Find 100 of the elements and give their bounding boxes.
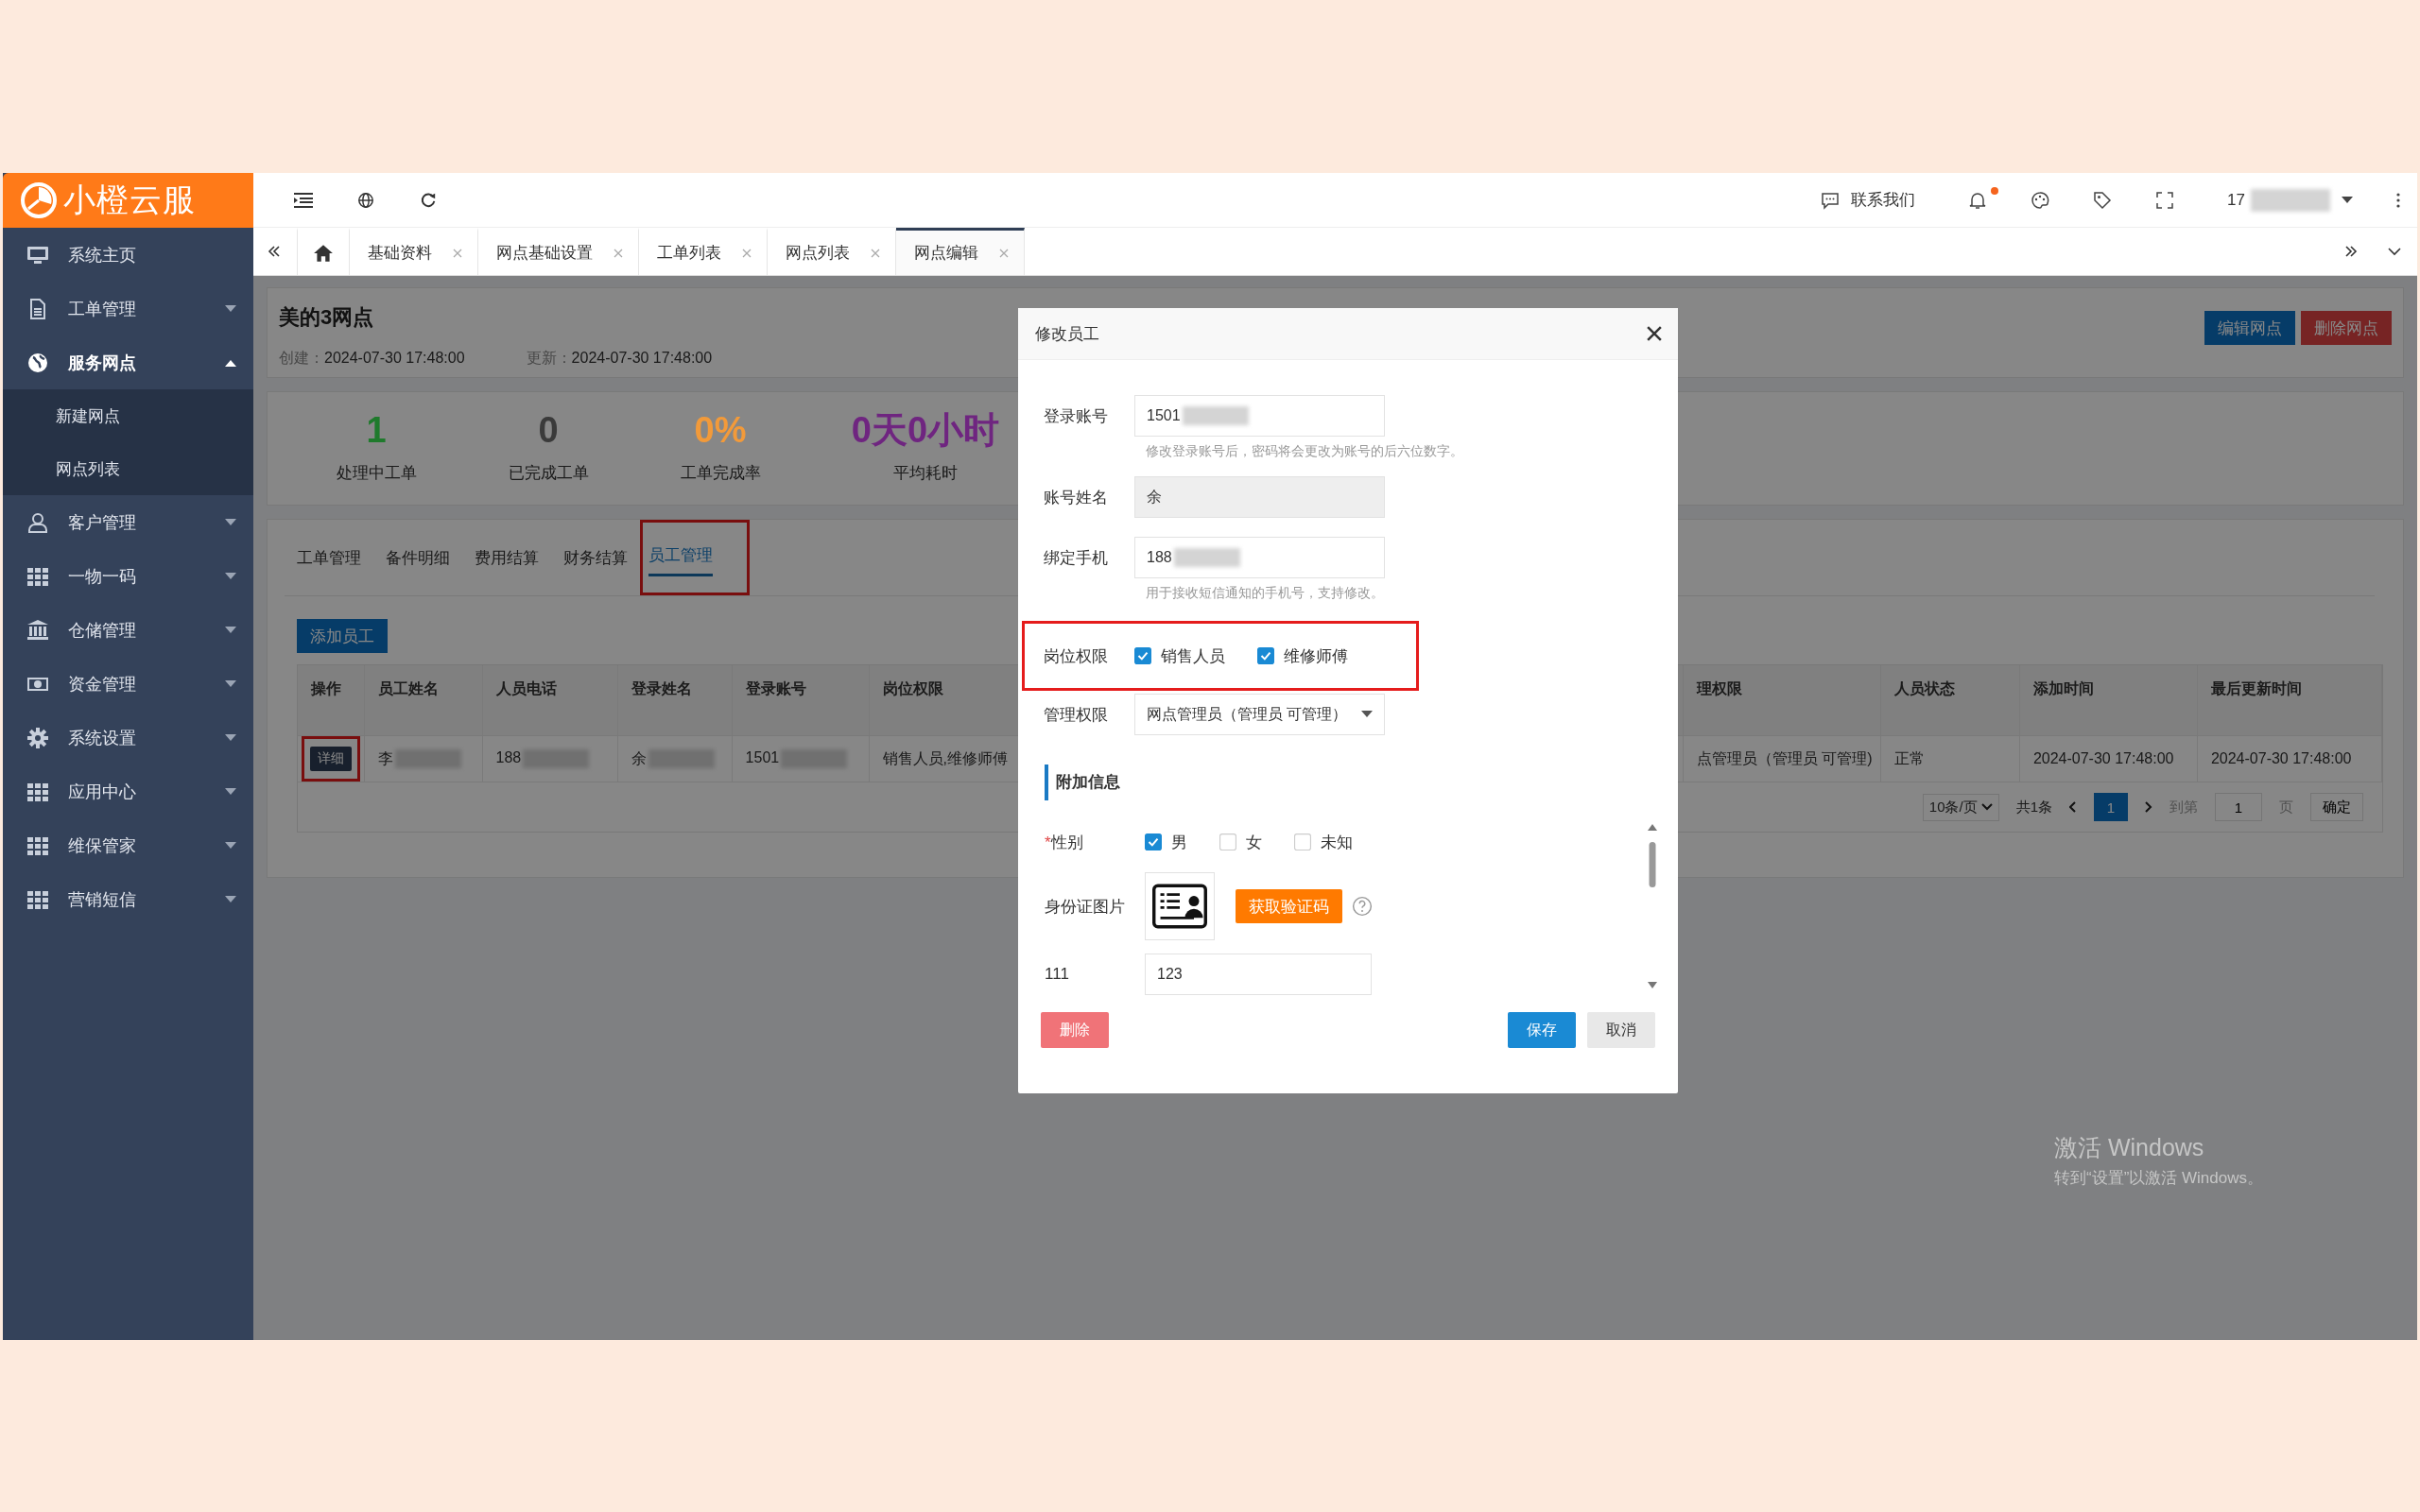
page-size-select[interactable]: 10条/页 bbox=[1922, 793, 1999, 821]
chevron-down-icon bbox=[1980, 803, 1993, 811]
page-input[interactable]: 1 bbox=[2215, 793, 2262, 821]
sidebar-item[interactable]: 工单管理 bbox=[3, 282, 253, 335]
field-label: 身份证图片 bbox=[1045, 896, 1126, 918]
sidebar-item[interactable]: 应用中心 bbox=[3, 765, 253, 818]
id-card-icon bbox=[1151, 883, 1208, 930]
table-cell: 2024-07-30 17:48:00 bbox=[2210, 750, 2352, 766]
help-icon[interactable] bbox=[1352, 896, 1373, 917]
caret-down-icon bbox=[225, 626, 236, 634]
section-tab[interactable]: 财务结算 bbox=[563, 539, 628, 576]
home-icon bbox=[313, 243, 334, 263]
created-time: 创建：2024-07-30 17:48:00 bbox=[279, 349, 465, 368]
caret-down-icon bbox=[225, 304, 236, 313]
caret-down-icon bbox=[225, 895, 236, 903]
field-label: 绑定手机 bbox=[1044, 547, 1109, 569]
field-label: 111 bbox=[1045, 965, 1070, 984]
caret-down-icon bbox=[225, 572, 236, 580]
sidebar-item[interactable]: 资金管理 bbox=[3, 657, 253, 711]
input-field[interactable]: 188 bbox=[1134, 537, 1385, 578]
caret-down-icon bbox=[225, 679, 236, 688]
globe-icon bbox=[26, 351, 49, 374]
total-count: 共1条 bbox=[2015, 798, 2052, 816]
sidebar-item[interactable]: 营销短信 bbox=[3, 872, 253, 926]
section-tab[interactable]: 工单管理 bbox=[297, 539, 361, 576]
table-cell: 李 bbox=[377, 749, 393, 766]
confirm-button[interactable]: 确定 bbox=[2310, 793, 2363, 821]
fullscreen-icon[interactable] bbox=[2155, 190, 2175, 210]
column-header: 人员状态 bbox=[1880, 665, 2020, 736]
section-tab[interactable]: 费用结算 bbox=[475, 539, 539, 576]
sidebar-item[interactable]: 系统设置 bbox=[3, 711, 253, 765]
sidebar-item[interactable]: 服务网点 bbox=[3, 335, 253, 389]
gear-icon bbox=[26, 726, 49, 749]
field-label: *性别 bbox=[1045, 832, 1084, 853]
contact-button[interactable]: 联系我们 bbox=[1821, 189, 1916, 211]
checkbox-option[interactable]: 未知 bbox=[1294, 831, 1353, 853]
checkbox-option[interactable]: 女 bbox=[1219, 831, 1262, 853]
column-header: 员工姓名 bbox=[364, 665, 483, 736]
more-icon[interactable] bbox=[2396, 192, 2400, 208]
globe-icon[interactable] bbox=[356, 191, 375, 209]
caret-icon bbox=[2342, 196, 2353, 204]
sidebar-item[interactable]: 仓储管理 bbox=[3, 603, 253, 657]
table-cell: 余 bbox=[631, 749, 647, 766]
activation-text: 转到“设置”以激活 Windows。 bbox=[2054, 1168, 2263, 1189]
help-text: 修改登录账号后，密码将会更改为账号的后六位数字。 bbox=[1146, 443, 1464, 460]
save-button[interactable]: 保存 bbox=[1508, 1012, 1576, 1048]
id-card-upload[interactable] bbox=[1145, 872, 1215, 940]
stat-value: 0天0小时 bbox=[850, 409, 1001, 451]
table-cell: 188 bbox=[495, 749, 522, 766]
chat-icon bbox=[1821, 190, 1841, 210]
input-field[interactable]: 123 bbox=[1145, 954, 1372, 995]
table-cell: 2024-07-30 17:48:00 bbox=[2032, 750, 2174, 766]
bank-icon bbox=[26, 618, 49, 642]
page-tab[interactable]: 网点基础设置 bbox=[478, 228, 639, 275]
field-label: 岗位权限 bbox=[1044, 645, 1109, 667]
section-tab[interactable]: 备件明细 bbox=[386, 539, 450, 576]
site-title: 美的3网点 bbox=[279, 304, 375, 331]
next-page-icon[interactable] bbox=[2145, 801, 2152, 813]
menu-icon[interactable] bbox=[294, 191, 313, 209]
scroll-right-icon[interactable] bbox=[2343, 244, 2359, 259]
sidebar-item[interactable]: 维保管家 bbox=[3, 818, 253, 872]
sidebar-item[interactable]: 客户管理 bbox=[3, 495, 253, 549]
sidebar-item[interactable]: 系统主页 bbox=[3, 228, 253, 282]
stat-value: 0% bbox=[693, 409, 748, 451]
home-tab[interactable] bbox=[297, 228, 350, 275]
page-tab[interactable]: 工单列表 bbox=[639, 228, 768, 275]
stat-value: 0 bbox=[537, 409, 560, 451]
page-tab[interactable]: 网点编辑 bbox=[896, 228, 1025, 275]
previous-page-icon[interactable] bbox=[2069, 801, 2077, 813]
stat-label: 已完成工单 bbox=[507, 463, 590, 484]
tag-icon[interactable] bbox=[2093, 190, 2113, 210]
palette-icon[interactable] bbox=[2031, 190, 2050, 210]
checkbox-option[interactable]: 销售人员 bbox=[1134, 644, 1225, 667]
caret-icon bbox=[1361, 711, 1373, 718]
field-label: 登录账号 bbox=[1044, 405, 1109, 427]
bell-icon[interactable] bbox=[1968, 190, 1988, 210]
sidebar-item[interactable]: 一物一码 bbox=[3, 549, 253, 603]
refresh-icon[interactable] bbox=[419, 191, 438, 209]
caret-up-icon bbox=[225, 358, 236, 367]
column-header: 登录姓名 bbox=[617, 665, 733, 736]
checkbox-option[interactable]: 维修师傅 bbox=[1257, 644, 1348, 667]
submenu-item[interactable]: 网点列表 bbox=[3, 442, 253, 495]
input-field[interactable]: 1501 bbox=[1134, 395, 1385, 437]
caret-down-icon bbox=[225, 841, 236, 850]
submenu-item[interactable]: 新建网点 bbox=[3, 389, 253, 442]
table-cell: 1501 bbox=[745, 749, 780, 766]
user-icon bbox=[26, 510, 49, 534]
table-cell: 点管理员（管理员 可管理) bbox=[1696, 749, 1873, 766]
user-menu[interactable]: 17 bbox=[2227, 188, 2353, 212]
page-tab[interactable]: 基础资料 bbox=[350, 228, 478, 275]
checkbox-option[interactable]: 男 bbox=[1145, 831, 1187, 853]
close-icon[interactable] bbox=[1647, 326, 1662, 341]
table-cell: 销售人员,维修师傅 bbox=[882, 749, 1009, 766]
cancel-button[interactable]: 取消 bbox=[1587, 1012, 1655, 1048]
caret-down-icon bbox=[225, 518, 236, 526]
caret-down-icon bbox=[225, 733, 236, 742]
field-label: 账号姓名 bbox=[1044, 487, 1109, 508]
detail-button[interactable]: 详细 bbox=[310, 747, 352, 771]
select-field[interactable]: 网点管理员（管理员 可管理） bbox=[1134, 694, 1385, 735]
scroll-left-icon[interactable] bbox=[267, 244, 282, 259]
